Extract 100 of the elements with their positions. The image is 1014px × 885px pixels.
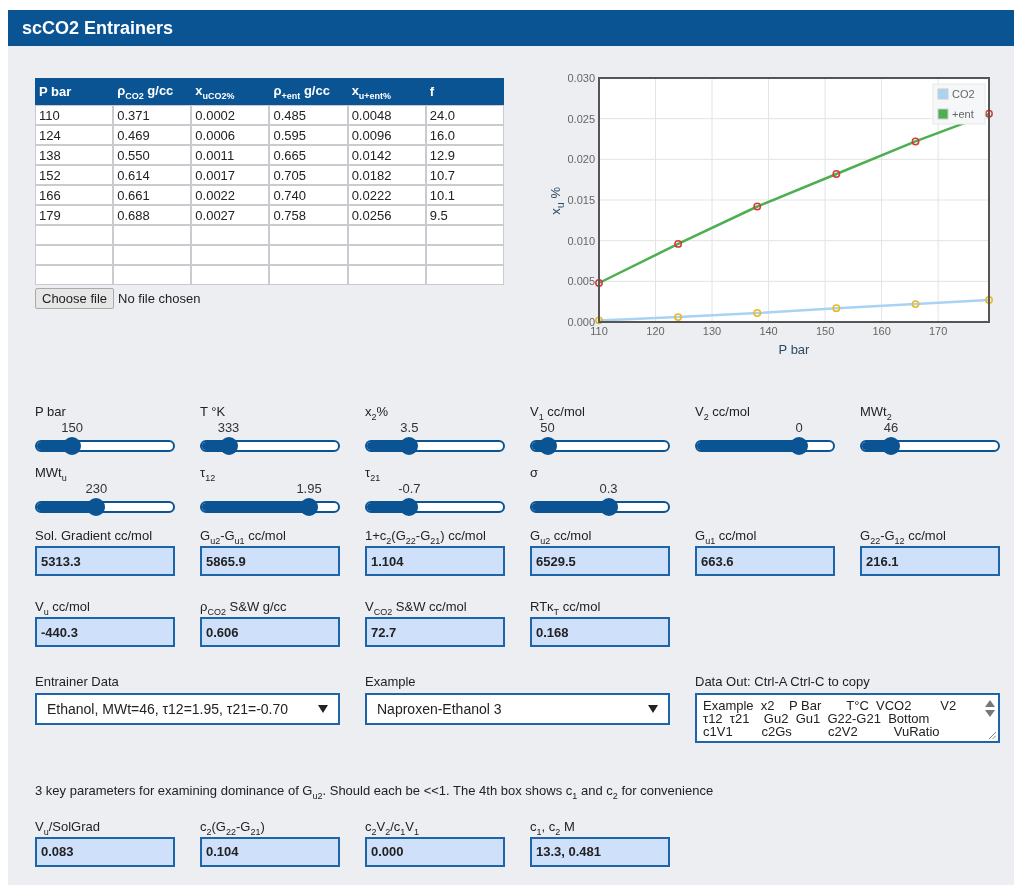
- table-cell[interactable]: [191, 245, 270, 265]
- output-field: 0.104: [200, 836, 340, 867]
- table-cell[interactable]: 166: [35, 185, 114, 205]
- table-cell[interactable]: 0.688: [113, 205, 192, 225]
- table-cell[interactable]: 0.0017: [191, 165, 270, 185]
- table-cell[interactable]: [347, 265, 426, 285]
- table-cell[interactable]: 0.758: [269, 205, 348, 225]
- table-cell[interactable]: 0.0011: [191, 145, 270, 165]
- table-cell[interactable]: 0.0048: [347, 105, 426, 125]
- table-cell[interactable]: 0.485: [269, 105, 348, 125]
- slider-thumb[interactable]: [881, 437, 900, 455]
- table-cell[interactable]: [269, 225, 348, 245]
- slider-thumb[interactable]: [219, 437, 238, 455]
- table-cell[interactable]: 12.9: [425, 145, 504, 165]
- table-cell[interactable]: [425, 265, 504, 285]
- slider[interactable]: [365, 437, 505, 455]
- slider-thumb[interactable]: [790, 437, 809, 455]
- slider[interactable]: [35, 437, 175, 455]
- data-point: [911, 300, 920, 309]
- output-field: 1.104: [365, 546, 505, 576]
- data-point: [674, 313, 683, 322]
- table-cell[interactable]: [113, 265, 192, 285]
- table-cell[interactable]: 0.550: [113, 145, 192, 165]
- table-cell[interactable]: 0.0027: [191, 205, 270, 225]
- page-title: scCO2 Entrainers: [22, 17, 174, 39]
- table-cell[interactable]: 0.740: [269, 185, 348, 205]
- table-cell[interactable]: [425, 245, 504, 265]
- table-cell[interactable]: 24.0: [425, 105, 504, 125]
- table-cell[interactable]: 0.595: [269, 125, 348, 145]
- table-cell[interactable]: 179: [35, 205, 114, 225]
- table-cell[interactable]: 10.7: [425, 165, 504, 185]
- output-label: G$_{u1}$ cc/mol: [695, 528, 758, 543]
- table-cell[interactable]: [35, 265, 114, 285]
- table-cell[interactable]: [269, 245, 348, 265]
- slider-thumb[interactable]: [599, 498, 618, 516]
- caret-icon: [648, 705, 658, 713]
- slider-label: T °K: [200, 404, 227, 419]
- slider-thumb[interactable]: [538, 437, 557, 455]
- table-cell[interactable]: [113, 225, 192, 245]
- table-cell[interactable]: [35, 225, 114, 245]
- table-cell[interactable]: 0.0142: [347, 145, 426, 165]
- table-cell[interactable]: 0.0182: [347, 165, 426, 185]
- legend-label: CO2: [952, 88, 975, 100]
- table-cell[interactable]: 10.1: [425, 185, 504, 205]
- table-cell[interactable]: 0.371: [113, 105, 192, 125]
- slider[interactable]: [365, 498, 505, 516]
- slider[interactable]: [200, 437, 340, 455]
- slider-thumb[interactable]: [300, 498, 319, 516]
- slider-thumb[interactable]: [63, 437, 82, 455]
- table-cell[interactable]: 0.0006: [191, 125, 270, 145]
- dropdown[interactable]: Ethanol, MWt=46, τ12=1.95, τ21=-0.70: [35, 693, 340, 725]
- output-label: V$_{u}$/SolGrad: [35, 818, 101, 834]
- column-header: f: [425, 78, 504, 105]
- table-cell[interactable]: 124: [35, 125, 114, 145]
- table-cell[interactable]: 0.661: [113, 185, 192, 205]
- table-cell[interactable]: 0.0222: [347, 185, 426, 205]
- slider[interactable]: [695, 437, 835, 455]
- slider[interactable]: [200, 498, 340, 516]
- slider[interactable]: [860, 437, 1000, 455]
- note-text: 3 key parameters for examining dominance of G$_{u2}$. Should each be <<1. The 4th box shows c$_{1}$ and c$_{2}$ for convenience: [35, 783, 715, 801]
- table-cell[interactable]: 0.0256: [347, 205, 426, 225]
- choose-file-button[interactable]: Choose file: [35, 288, 115, 309]
- slider-thumb[interactable]: [87, 498, 106, 516]
- table-cell[interactable]: [35, 245, 114, 265]
- table-cell[interactable]: [269, 265, 348, 285]
- output-field: -440.3: [35, 617, 175, 647]
- slider-fill: [862, 442, 884, 450]
- table-cell[interactable]: 0.705: [269, 165, 348, 185]
- select-label: Entrainer Data: [35, 674, 120, 689]
- table-cell[interactable]: 0.0002: [191, 105, 270, 125]
- table-cell[interactable]: 9.5: [425, 205, 504, 225]
- output-label: c$_{2}$(G$_{22}$-G$_{21}$): [200, 818, 266, 834]
- slider[interactable]: [35, 498, 175, 516]
- table-cell[interactable]: 0.665: [269, 145, 348, 165]
- column-header: P bar: [35, 78, 114, 105]
- table-cell[interactable]: 0.0096: [347, 125, 426, 145]
- table-cell[interactable]: [425, 225, 504, 245]
- slider-thumb[interactable]: [400, 498, 419, 516]
- table-cell[interactable]: [347, 225, 426, 245]
- table-cell[interactable]: [191, 265, 270, 285]
- slider-label: P bar: [35, 404, 67, 419]
- table-cell[interactable]: [113, 245, 192, 265]
- slider-value: 150: [61, 420, 83, 435]
- dropdown[interactable]: Naproxen-Ethanol 3: [365, 693, 670, 725]
- table-cell[interactable]: 0.614: [113, 165, 192, 185]
- data-out-textarea[interactable]: Example x2 P Bar T°C VCO2 V2 τ12 τ21 Gu2 Gu1 G22-G21 Bottom c1V1 c2Gs c2V2 VuRatio: [695, 693, 1000, 743]
- output-field: 0.000: [365, 836, 505, 867]
- table-cell[interactable]: 138: [35, 145, 114, 165]
- slider-thumb[interactable]: [400, 437, 419, 455]
- y-tick-label: 0.000: [567, 316, 595, 328]
- table-cell[interactable]: 110: [35, 105, 114, 125]
- table-cell[interactable]: [191, 225, 270, 245]
- slider[interactable]: [530, 498, 670, 516]
- table-cell[interactable]: 16.0: [425, 125, 504, 145]
- column-header: x$_{uCO2%}$: [191, 78, 270, 105]
- table-cell[interactable]: [347, 245, 426, 265]
- table-cell[interactable]: 152: [35, 165, 114, 185]
- table-cell[interactable]: 0.0022: [191, 185, 270, 205]
- table-cell[interactable]: 0.469: [113, 125, 192, 145]
- slider[interactable]: [530, 437, 670, 455]
